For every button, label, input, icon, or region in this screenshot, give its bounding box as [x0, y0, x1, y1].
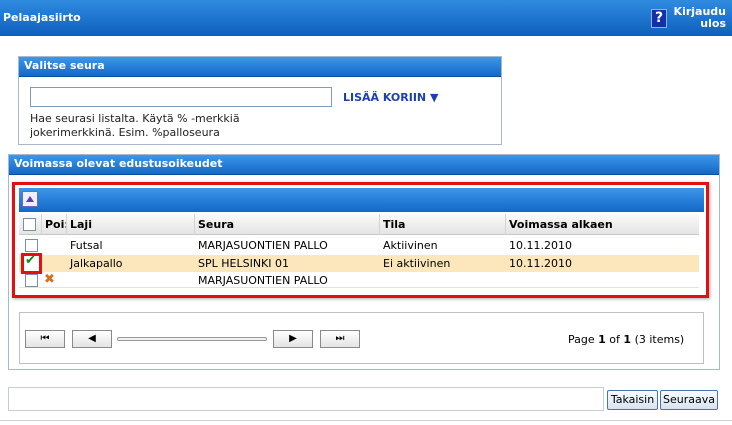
- col-header-sport[interactable]: Laji: [66, 214, 194, 235]
- cell-club: MARJASUONTIEN PALLO: [198, 239, 328, 252]
- top-bar: Pelaajasiirto ? Kirjaudu ulos: [0, 0, 732, 36]
- cell-sport: Jalkapallo: [70, 257, 123, 270]
- col-header-remove[interactable]: Poi:: [41, 214, 66, 235]
- cell-club: SPL HELSINKI 01: [198, 257, 289, 270]
- page-title: Pelaajasiirto: [3, 11, 81, 24]
- delete-icon[interactable]: ✖: [44, 273, 55, 286]
- back-button[interactable]: Takaisin: [607, 390, 658, 410]
- pager-current-page: 1: [598, 333, 606, 346]
- rights-panel-title: Voimassa olevat edustusoikeudet: [9, 155, 719, 175]
- add-to-cart-link[interactable]: LISÄÄ KORIIN ▼: [343, 91, 438, 104]
- club-search-input[interactable]: [30, 87, 332, 107]
- pager-last-button[interactable]: ⏭: [320, 330, 360, 348]
- select-all-checkbox[interactable]: [23, 218, 36, 231]
- pager-of-label: of: [609, 333, 620, 346]
- pager-slider[interactable]: [117, 337, 267, 341]
- pager-next-button[interactable]: ▶: [273, 330, 313, 348]
- next-button[interactable]: Seuraava: [660, 390, 718, 410]
- col-header-status[interactable]: Tila: [379, 214, 505, 235]
- col-header-valid-from[interactable]: Voimassa alkaen: [505, 214, 699, 235]
- logout-link[interactable]: Kirjaudu ulos: [670, 6, 726, 30]
- footer-bar: [8, 387, 604, 411]
- pager-prev-button[interactable]: ◀: [72, 330, 112, 348]
- help-icon[interactable]: ?: [651, 9, 667, 28]
- logout-label-line2: ulos: [700, 17, 726, 30]
- pager-item-count: (3 items): [634, 333, 685, 346]
- pager-first-button[interactable]: ⏮: [25, 330, 65, 348]
- grid-header-bar: [19, 188, 704, 212]
- check-icon: ✔: [25, 253, 36, 268]
- row-checkbox[interactable]: [25, 274, 38, 287]
- cell-valid-from: 10.11.2010: [509, 257, 572, 270]
- club-select-panel: Valitse seura LISÄÄ KORIIN ▼ Hae seurasi…: [18, 56, 502, 145]
- collapse-icon[interactable]: [22, 191, 38, 207]
- bottom-divider: [0, 420, 732, 421]
- pager-info: Page 1 of 1 (3 items): [568, 333, 684, 346]
- table-row-selected[interactable]: Jalkapallo SPL HELSINKI 01 Ei aktiivinen…: [19, 255, 699, 272]
- row-checkbox[interactable]: [25, 239, 38, 252]
- pager-total-pages: 1: [623, 333, 632, 346]
- search-hint: Hae seurasi listalta. Käytä % -merkkiä j…: [30, 112, 240, 139]
- cell-status: Aktiivinen: [383, 239, 438, 252]
- cell-status: Ei aktiivinen: [383, 257, 451, 270]
- grid-bottom-line: [19, 287, 699, 292]
- row-checkbox-checked[interactable]: ✔: [21, 253, 42, 274]
- cell-sport: Futsal: [70, 239, 103, 252]
- table-row[interactable]: Futsal MARJASUONTIEN PALLO Aktiivinen 10…: [19, 237, 699, 254]
- col-header-club[interactable]: Seura: [194, 214, 379, 235]
- club-select-title: Valitse seura: [19, 57, 501, 77]
- cell-club: MARJASUONTIEN PALLO: [198, 274, 328, 287]
- cell-valid-from: 10.11.2010: [509, 239, 572, 252]
- grid-column-headers: Poi: Laji Seura Tila Voimassa alkaen: [19, 214, 699, 235]
- pager-page-label: Page: [568, 333, 595, 346]
